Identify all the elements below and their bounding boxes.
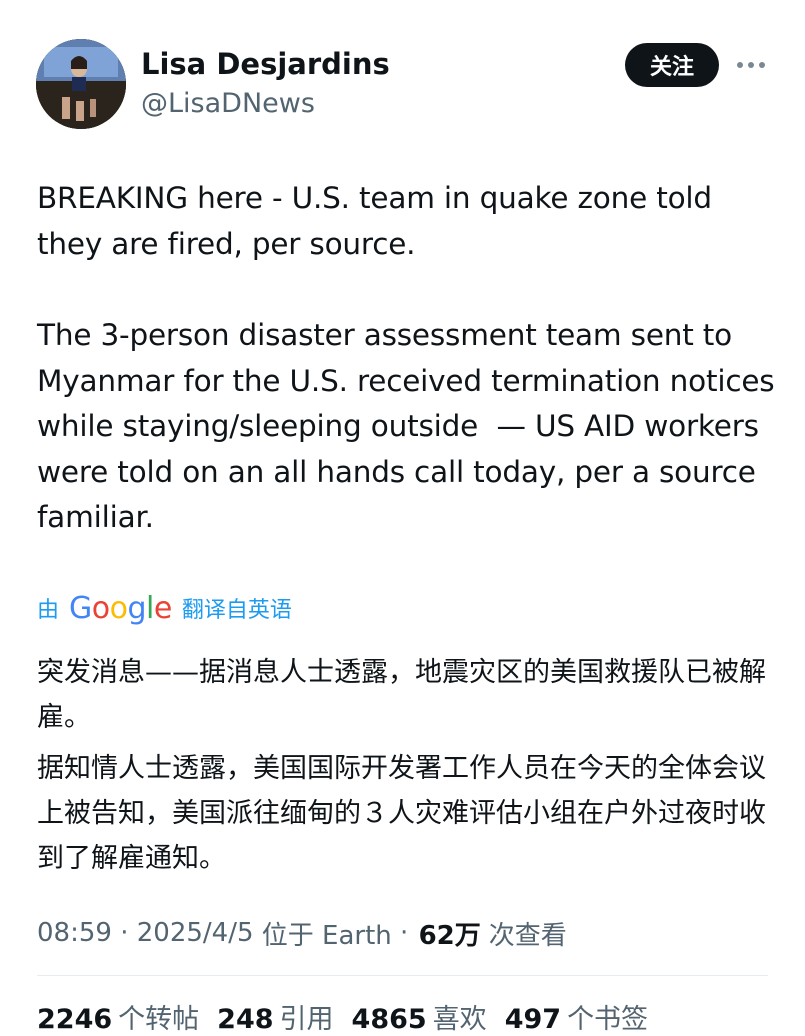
avatar[interactable] — [36, 39, 126, 129]
bookmarks-stat[interactable]: 497 个书签 — [505, 997, 648, 1036]
tweet-header: Lisa Desjardins @LisaDNews 关注 — [0, 0, 805, 140]
stat-label: 喜欢 — [432, 1003, 487, 1035]
tweet-location: 位于 Earth — [261, 920, 392, 951]
tweet-paragraph: The 3-person disaster assessment team se… — [37, 318, 784, 534]
more-options-button[interactable] — [733, 50, 769, 80]
stat-count: 248 — [217, 1003, 274, 1035]
stat-count: 2246 — [37, 1003, 113, 1035]
engagement-stats: 2246 个转帖 248 引用 4865 喜欢 497 个书签 — [37, 996, 666, 1036]
google-letter: o — [91, 590, 110, 626]
google-letter: o — [109, 590, 128, 626]
google-letter: l — [146, 590, 154, 626]
likes-stat[interactable]: 4865 喜欢 — [352, 997, 487, 1036]
google-letter: e — [153, 590, 172, 626]
tweet-time[interactable]: 08:59 — [37, 918, 112, 948]
follow-button[interactable]: 关注 — [625, 43, 719, 87]
stat-count: 497 — [504, 1003, 562, 1035]
quotes-stat[interactable]: 248 引用 — [217, 997, 333, 1036]
translated-paragraph: 据知情人士透露，美国国际开发署工作人员在今天的全体会议上被告知，美国派往缅甸的３… — [37, 753, 766, 874]
translation-attribution[interactable]: 由 Google 翻译自英语 — [37, 588, 292, 628]
meta-separator: · — [391, 918, 417, 948]
divider — [37, 975, 768, 976]
views-label: 次查看 — [488, 920, 567, 951]
translate-prefix: 由 — [37, 598, 60, 623]
tweet-paragraph: BREAKING here - U.S. team in quake zone … — [37, 181, 722, 261]
google-letter: G — [69, 590, 92, 626]
translated-paragraph: 突发消息——据消息人士透露，地震灾区的美国救援队已被解雇。 — [37, 657, 766, 733]
stat-count: 4865 — [351, 1003, 427, 1035]
avatar-photo-icon — [36, 39, 126, 129]
stat-label: 个书签 — [567, 1003, 649, 1035]
author-display-name[interactable]: Lisa Desjardins — [141, 44, 390, 84]
google-wordmark: Google — [69, 591, 172, 626]
translated-text: 突发消息——据消息人士透露，地震灾区的美国救援队已被解雇。 据知情人士透露，美国… — [37, 650, 777, 887]
translate-suffix: 翻译自英语 — [181, 598, 292, 623]
author-handle[interactable]: @LisaDNews — [141, 84, 390, 124]
reposts-stat[interactable]: 2246 个转帖 — [37, 997, 199, 1036]
google-logo: Google — [69, 591, 172, 626]
views-count: 62万 — [418, 920, 481, 951]
meta-separator — [254, 918, 262, 948]
stat-label: 引用 — [279, 1003, 334, 1035]
tweet-meta: 08:59 · 2025/4/5 位于 Earth · 62万 次查看 — [37, 912, 567, 954]
more-dots-icon — [737, 62, 765, 68]
tweet-text: BREAKING here - U.S. team in quake zone … — [37, 176, 777, 587]
stat-label: 个转帖 — [118, 1003, 200, 1035]
meta-separator: · — [111, 918, 137, 948]
google-letter: g — [127, 590, 147, 626]
tweet-date[interactable]: 2025/4/5 — [137, 918, 254, 948]
